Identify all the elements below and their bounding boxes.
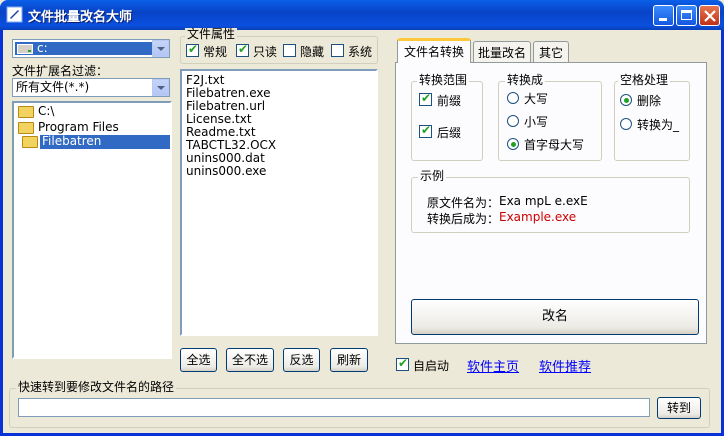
system-checkbox[interactable] (331, 44, 344, 57)
maximize-icon (681, 10, 692, 20)
close-icon (704, 10, 716, 22)
filter-label: 文件扩展名过滤： (12, 64, 109, 78)
minimize-icon (659, 18, 667, 21)
delete-space-radio[interactable] (620, 94, 632, 106)
replace-space-radio[interactable] (620, 118, 632, 130)
drive-selected-highlight (15, 42, 152, 55)
original-name-label: 原文件名为： (427, 196, 500, 210)
tree-item-selected[interactable]: Filebatren (18, 135, 170, 150)
chevron-down-icon[interactable] (152, 40, 169, 57)
window-title: 文件批量改名大师 (28, 10, 133, 25)
upper-label: 大写 (524, 92, 549, 106)
suffix-checkbox[interactable]: ✔ (419, 123, 432, 138)
tree-item-label: Program Files (38, 120, 119, 134)
app-icon (6, 6, 23, 23)
list-item[interactable]: unins000.exe (186, 165, 266, 178)
folder-open-icon (22, 136, 38, 148)
readonly-checkbox[interactable]: ✔ (236, 42, 249, 57)
upper-radio[interactable] (507, 92, 519, 104)
file-list[interactable]: F2J.txt Filebatren.exe Filebatren.url Li… (180, 69, 378, 336)
autostart-label: 自启动 (413, 359, 450, 373)
space-group-label: 空格处理 (618, 73, 671, 87)
close-button[interactable] (699, 5, 720, 26)
quick-path-label: 快速转到要修改文件名的路径 (16, 380, 177, 394)
select-none-button[interactable]: 全不选 (226, 348, 274, 372)
readonly-label: 只读 (253, 45, 278, 59)
drive-value: c: (37, 41, 48, 55)
range-group-label: 转换范围 (417, 73, 470, 87)
autostart-checkbox[interactable]: ✔ (396, 356, 409, 371)
refresh-button[interactable]: 刷新 (330, 348, 368, 372)
original-name-value: Exa mpL e.exE (499, 194, 588, 208)
maximize-button[interactable] (676, 5, 697, 26)
minimize-button[interactable] (653, 5, 674, 26)
prefix-label: 前缀 (437, 94, 462, 108)
lower-label: 小写 (524, 115, 549, 129)
folder-tree[interactable]: C:\ Program Files Filebatren (12, 101, 172, 359)
folder-open-icon (18, 106, 34, 118)
normal-label: 常规 (203, 45, 228, 59)
select-all-button[interactable]: 全选 (180, 348, 217, 372)
filter-value: 所有文件(*.*) (16, 80, 90, 94)
homepage-link[interactable]: 软件主页 (467, 356, 519, 375)
goto-button[interactable]: 转到 (657, 397, 701, 419)
tree-item-label: Filebatren (42, 134, 102, 148)
hidden-label: 隐藏 (300, 45, 325, 59)
tab-other[interactable]: 其它 (533, 41, 569, 62)
rename-button[interactable]: 改名 (411, 299, 699, 335)
tree-item-label: C:\ (38, 104, 55, 118)
drive-select[interactable]: c: (12, 39, 170, 58)
chevron-down-icon[interactable] (152, 79, 169, 96)
prefix-checkbox[interactable]: ✔ (419, 91, 432, 106)
capitalize-label: 首字母大写 (524, 138, 585, 152)
drive-icon (17, 44, 33, 54)
example-group-label: 示例 (418, 169, 447, 183)
converted-name-value: Example.exe (499, 210, 577, 224)
tab-batch-rename[interactable]: 批量改名 (473, 41, 531, 62)
filter-select[interactable]: 所有文件(*.*) (12, 78, 170, 97)
recommend-link[interactable]: 软件推荐 (539, 356, 591, 375)
system-label: 系统 (348, 45, 373, 59)
normal-checkbox[interactable]: ✔ (186, 42, 199, 57)
converted-name-label: 转换后成为： (427, 212, 500, 226)
invert-selection-button[interactable]: 反选 (283, 348, 320, 372)
tab-filename-convert[interactable]: 文件名转换 (397, 38, 471, 63)
convert-to-group-label: 转换成 (505, 73, 546, 87)
path-input[interactable] (18, 398, 650, 417)
suffix-label: 后缀 (437, 126, 462, 140)
tree-item[interactable]: C:\ (18, 105, 158, 119)
title-bar[interactable]: 文件批量改名大师 (0, 0, 724, 30)
replace-space-label: 转换为_ (637, 118, 680, 132)
folder-open-icon (18, 122, 34, 134)
delete-space-label: 删除 (637, 94, 662, 108)
lower-radio[interactable] (507, 115, 519, 127)
capitalize-radio[interactable] (507, 138, 519, 150)
attribute-group-label: 文件属性 (185, 27, 238, 41)
tree-item[interactable]: Program Files (18, 121, 158, 135)
hidden-checkbox[interactable] (283, 44, 296, 57)
